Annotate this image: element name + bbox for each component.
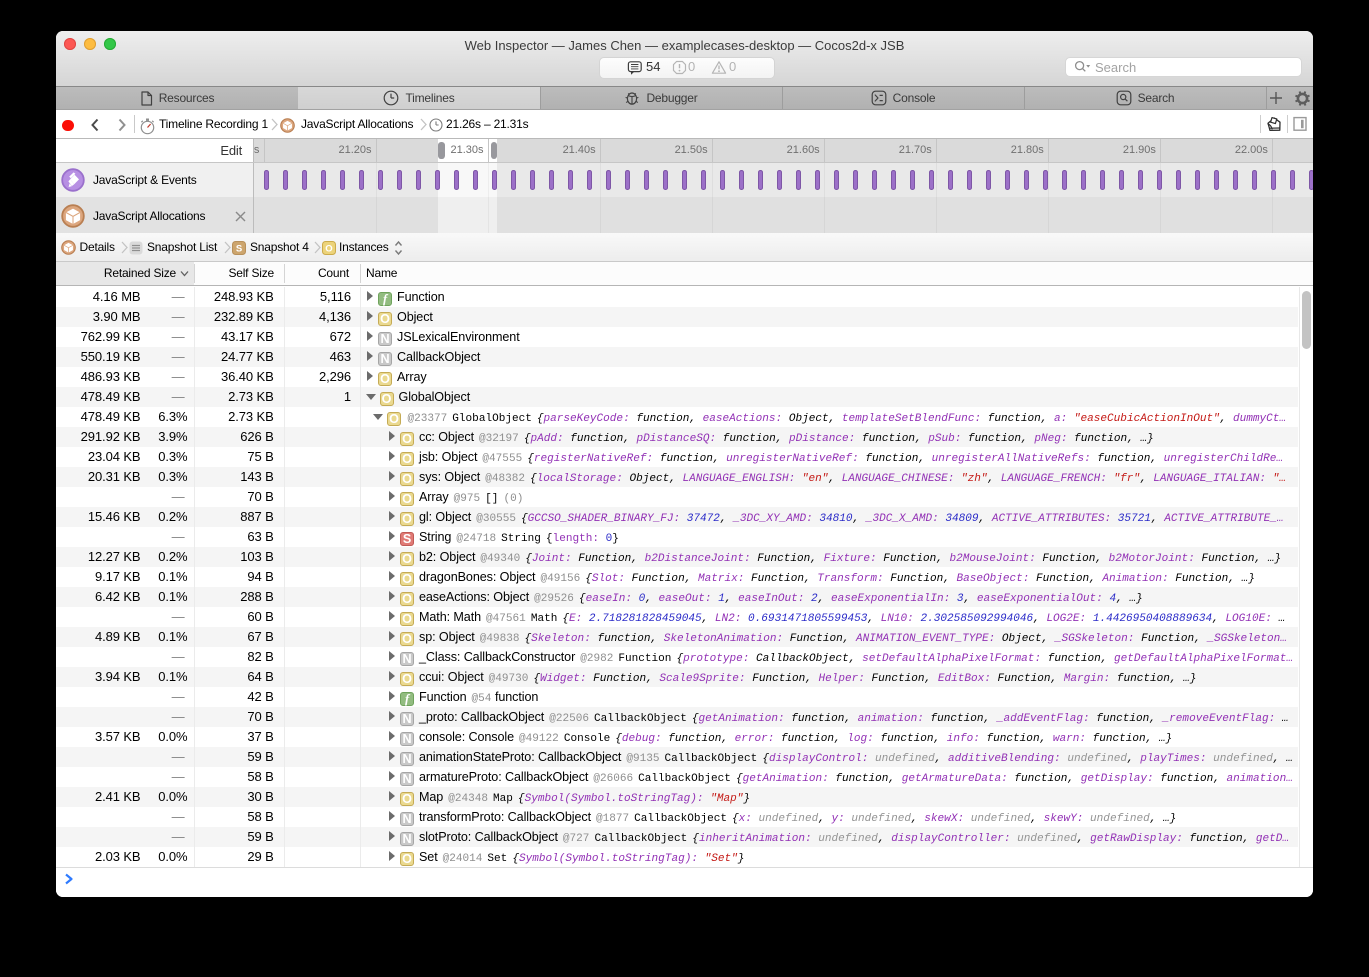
svg-text:O: O [325, 243, 332, 254]
svg-text:S: S [236, 243, 242, 254]
